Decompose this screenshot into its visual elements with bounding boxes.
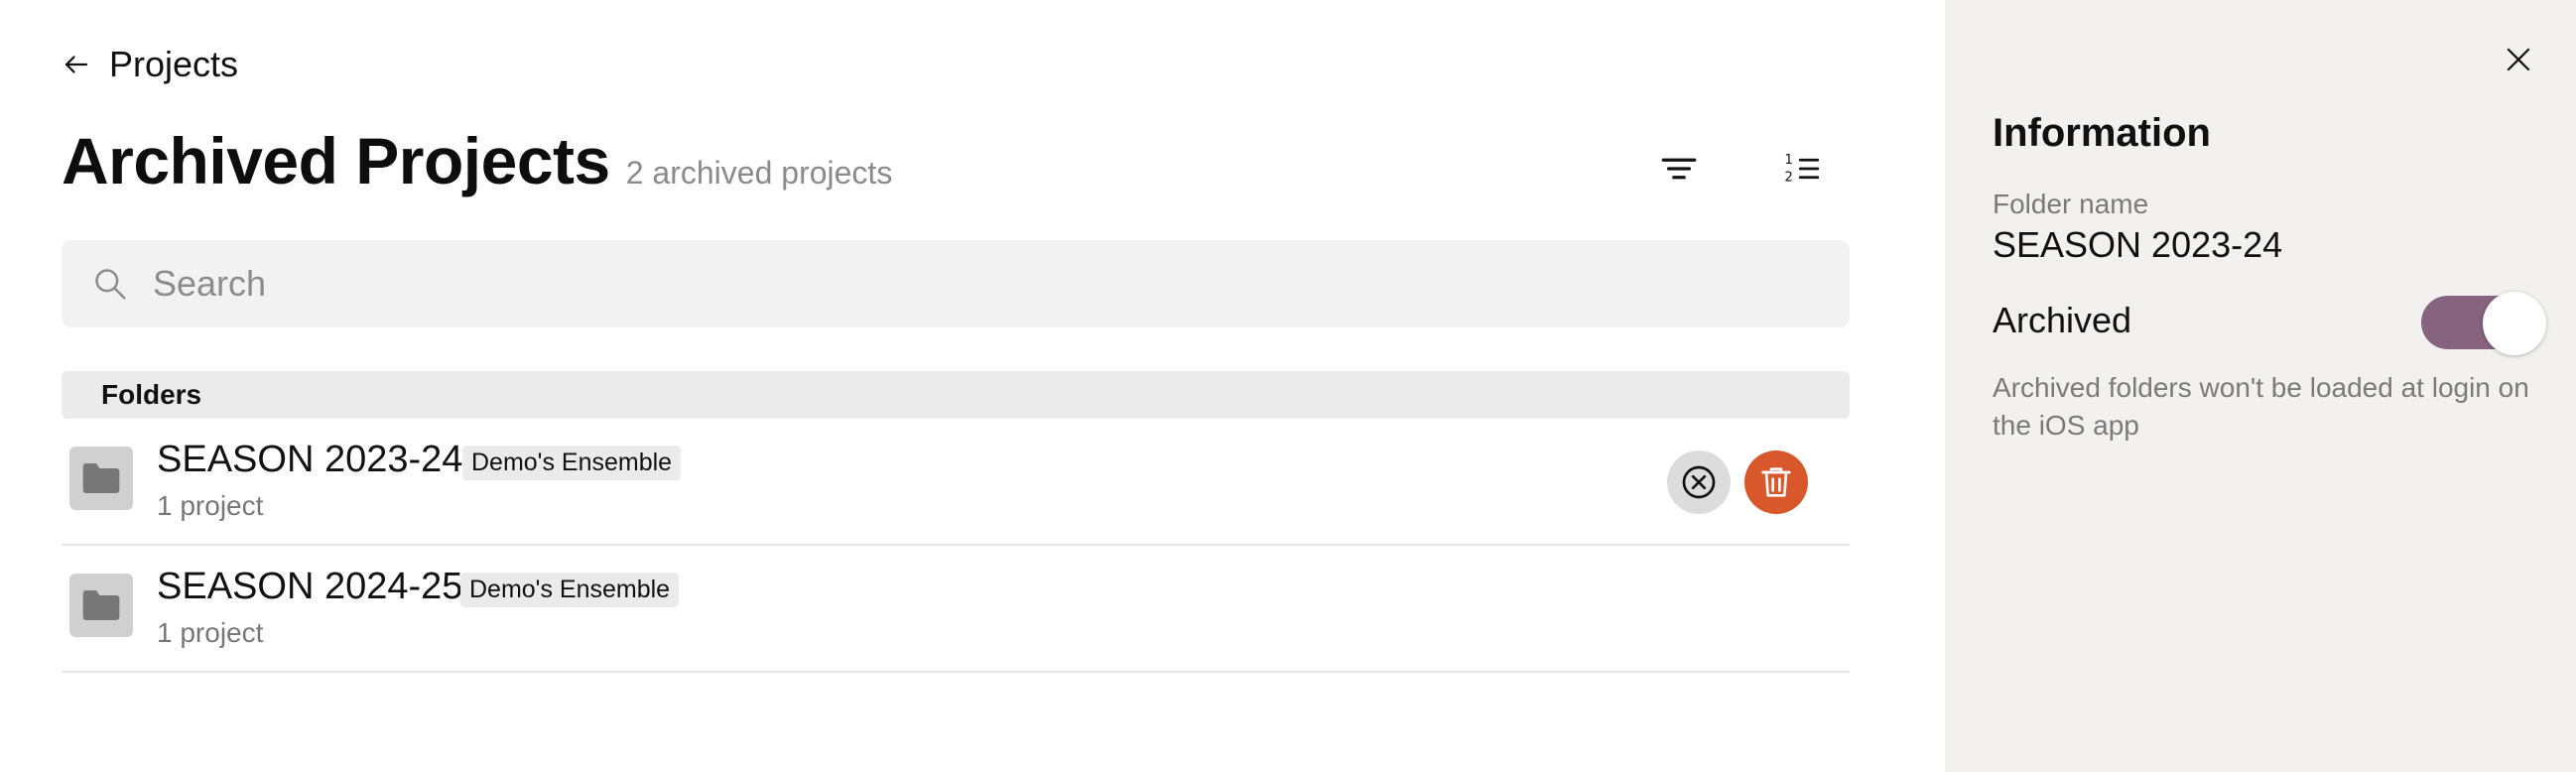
folder-row[interactable]: SEASON 2024-25 Demo's Ensemble 1 project	[62, 546, 1850, 673]
filter-button[interactable]	[1649, 139, 1709, 198]
ensemble-badge: Demo's Ensemble	[462, 446, 682, 480]
folder-thumbnail	[69, 447, 133, 510]
toggle-knob	[2483, 292, 2546, 355]
close-icon	[2507, 48, 2530, 71]
close-panel-button[interactable]	[2497, 38, 2540, 81]
ensemble-badge: Demo's Ensemble	[460, 573, 680, 607]
folders-section-header: Folders	[62, 371, 1850, 419]
archived-label: Archived	[1993, 300, 2132, 340]
page-title: Archived Projects	[62, 124, 610, 197]
folder-icon	[82, 463, 120, 493]
folder-name: SEASON 2023-24	[157, 439, 463, 480]
search-input[interactable]	[153, 263, 1740, 305]
panel-title: Information	[1993, 111, 2211, 155]
folder-row[interactable]: SEASON 2023-24 Demo's Ensemble 1 project	[62, 419, 1850, 546]
project-count: 1 project	[157, 490, 264, 521]
svg-text:2: 2	[1785, 170, 1793, 185]
archived-toggle[interactable]	[2421, 292, 2546, 355]
title-row: Archived Projects 2 archived projects	[62, 123, 892, 202]
back-to-projects-link[interactable]: Projects	[62, 40, 238, 89]
folder-name: SEASON 2024-25	[157, 566, 463, 607]
arrow-left-icon	[64, 56, 88, 73]
section-label: Folders	[101, 379, 202, 410]
archived-help-text: Archived folders won't be loaded at logi…	[1993, 372, 2529, 441]
folder-thumbnail	[69, 574, 133, 637]
close-circle-icon	[1682, 465, 1716, 499]
archived-count: 2 archived projects	[625, 155, 893, 191]
folder-name-value: SEASON 2023-24	[1993, 224, 2283, 265]
sort-button[interactable]: 1 2	[1772, 139, 1832, 198]
numbered-list-icon: 1 2	[1785, 153, 1820, 185]
trash-icon	[1761, 467, 1791, 497]
search-icon	[95, 269, 126, 300]
unarchive-button[interactable]	[1667, 450, 1731, 514]
filter-lines-icon	[1661, 158, 1697, 180]
delete-button[interactable]	[1744, 450, 1808, 514]
information-panel: Information Folder name SEASON 2023-24 A…	[1945, 0, 2576, 772]
search-bar	[62, 240, 1850, 327]
main-pane: Projects Archived Projects 2 archived pr…	[0, 0, 1945, 772]
app-window: Projects Archived Projects 2 archived pr…	[0, 0, 2576, 772]
back-link-label: Projects	[109, 44, 239, 84]
project-count: 1 project	[157, 617, 264, 648]
folder-name-label: Folder name	[1993, 189, 2149, 219]
folder-icon	[82, 590, 120, 620]
svg-text:1: 1	[1785, 153, 1793, 168]
